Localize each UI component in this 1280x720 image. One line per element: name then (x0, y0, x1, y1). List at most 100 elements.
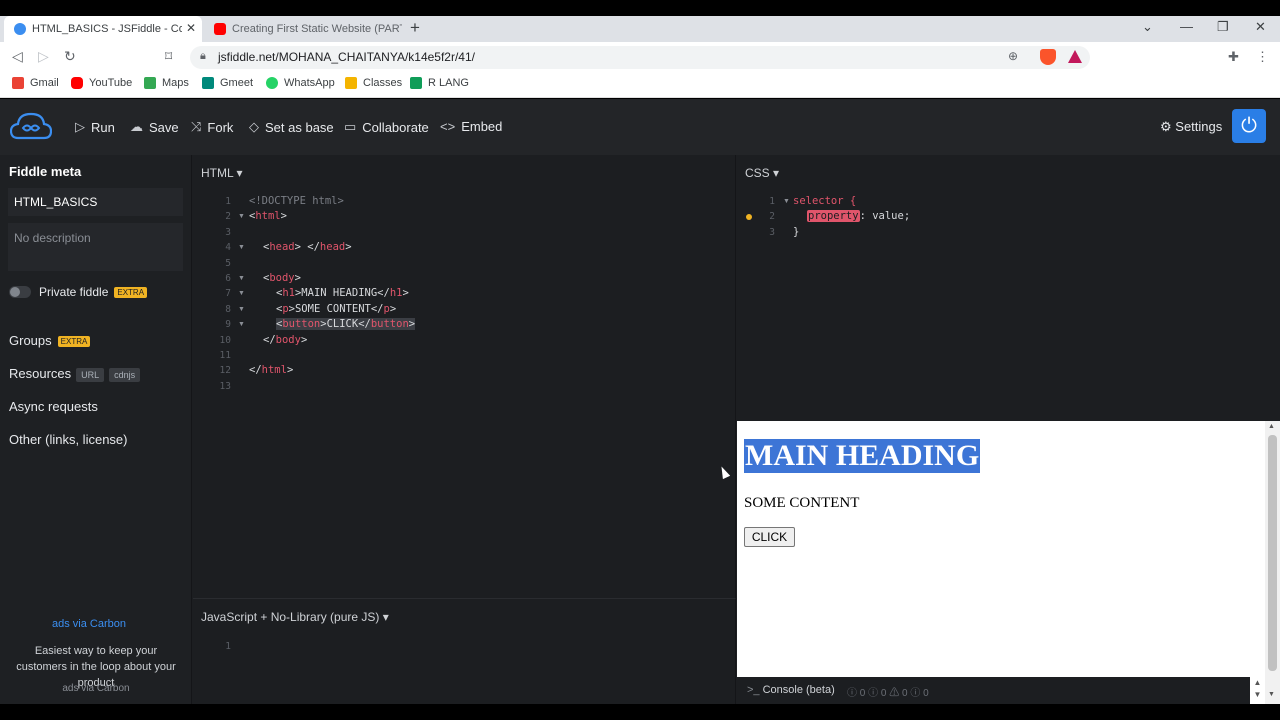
browser-tab-jsfiddle[interactable]: HTML_BASICS - JSFiddle - Code P ✕ (4, 16, 202, 42)
set-as-base-label: Set as base (265, 119, 334, 135)
code-line: </body> (249, 333, 415, 348)
code-line: <!DOCTYPE html> (249, 194, 415, 209)
jsfiddle-app: ▷ Run ☁ Save ⤨ Fork ◇ Set as base ▭ Collabora… (0, 99, 1280, 704)
maximize-icon[interactable]: ❐ (1217, 19, 1229, 35)
back-icon[interactable]: ◁ (12, 48, 23, 65)
screen-bottom-bar (0, 704, 1280, 720)
html-code[interactable]: <!DOCTYPE html> <html> <head> </head> <b… (249, 194, 416, 394)
sidebar-item-resources[interactable]: Resources URL cdnjs (9, 366, 141, 382)
window-close-icon[interactable]: ✕ (1255, 19, 1266, 35)
forward-icon[interactable]: ▷ (38, 48, 49, 65)
html-editor-panel[interactable]: HTML ▾ 1 2 3 4 5 6 7 8 9 10 11 12 13 ▼ ▼… (193, 155, 736, 598)
bracket-token: > (345, 241, 352, 254)
doctype-token: <!DOCTYPE html> (249, 195, 344, 207)
console-scroll-control[interactable]: ▲ ▼ (1250, 677, 1265, 704)
brave-shield-icon[interactable] (1040, 49, 1056, 65)
css-editor-panel[interactable]: CSS ▾ 1 2 3 ▼ selector { property: value… (737, 155, 1280, 421)
fold-icon[interactable]: ▼ (238, 209, 245, 224)
jsfiddle-logo-icon[interactable] (10, 111, 52, 141)
code-line: <html> (249, 209, 415, 224)
css-panel-label[interactable]: CSS ▾ (745, 166, 779, 180)
browser-toolbar: ◁ ▷ ↻ ⌑ 🔒︎ jsfiddle.net/MOHANA_CHAITANYA… (0, 42, 1280, 72)
html-panel-label[interactable]: HTML ▾ (201, 166, 243, 180)
minimize-icon[interactable]: — (1180, 19, 1193, 34)
fiddle-meta-sidebar: Fiddle meta HTML_BASICS No description P… (0, 155, 192, 704)
sidebar-item-async-requests[interactable]: Async requests (9, 399, 98, 414)
console-label[interactable]: >_ Console (beta) (747, 684, 835, 696)
css-code[interactable]: selector { property: value; } (793, 194, 910, 240)
result-click-button[interactable]: CLICK (744, 527, 795, 547)
bookmark-whatsapp[interactable]: WhatsApp (266, 77, 335, 89)
extensions-icon[interactable]: ✚ (1228, 49, 1239, 65)
fold-icon[interactable]: ▼ (238, 271, 245, 286)
fold-icon[interactable]: ▼ (238, 317, 245, 332)
sidebar-item-groups[interactable]: Groups EXTRA (9, 333, 91, 348)
power-icon[interactable]: ⏻ (1232, 109, 1266, 143)
private-fiddle-toggle[interactable] (9, 286, 31, 298)
js-panel-label[interactable]: JavaScript + No-Library (pure JS) ▾ (201, 610, 389, 624)
close-icon[interactable]: ✕ (186, 21, 196, 35)
address-bar[interactable]: 🔒︎ jsfiddle.net/MOHANA_CHAITANYA/k14e5f2… (190, 46, 1090, 69)
run-button[interactable]: ▷ Run (75, 119, 115, 135)
fold-markers[interactable]: ▼ ▼ ▼ ▼ ▼ ▼ (238, 194, 245, 333)
line-number: 2 (769, 211, 775, 223)
w-icon (410, 77, 422, 89)
line-number: 11 (219, 350, 231, 362)
line-number: 2 (225, 211, 231, 223)
bookmark-r-lang[interactable]: R LANG (410, 77, 469, 89)
scroll-up-icon[interactable]: ▲ (1268, 423, 1275, 430)
fold-icon[interactable]: ▼ (238, 240, 245, 255)
reload-icon[interactable]: ↻ (64, 48, 76, 65)
settings-label: Settings (1175, 119, 1223, 134)
fold-icon[interactable]: ▼ (783, 194, 790, 209)
code-line: <p>SOME CONTENT</p> (249, 302, 415, 317)
scrollbar-thumb[interactable] (1268, 435, 1277, 671)
carbon-ad-link[interactable]: ads via Carbon (52, 618, 126, 630)
whatsapp-icon (266, 77, 278, 89)
tab-search-icon[interactable]: ⌄ (1142, 19, 1153, 35)
bookmark-youtube[interactable]: YouTube (71, 77, 132, 89)
scroll-down-icon[interactable]: ▼ (1268, 691, 1275, 698)
url-badge[interactable]: URL (76, 367, 105, 382)
fork-icon: ⤨ (191, 119, 202, 134)
brave-rewards-icon[interactable] (1068, 50, 1082, 63)
console-bar[interactable]: >_ Console (beta) ⓘ 0 ⓘ 0 ⚠ 0 ⓘ 0 (737, 677, 1265, 704)
js-editor-panel[interactable]: JavaScript + No-Library (pure JS) ▾ 1 (193, 598, 736, 704)
fork-button[interactable]: ⤨ Fork (191, 119, 233, 135)
menu-icon[interactable]: ⋮ (1256, 49, 1269, 65)
set-as-base-button[interactable]: ◇ Set as base (249, 119, 334, 135)
embed-button[interactable]: <> Embed (440, 119, 502, 134)
fold-icon[interactable]: ▼ (238, 302, 245, 317)
bookmarks-bar: Gmail YouTube Maps Gmeet WhatsApp Classe… (0, 72, 1280, 98)
line-number: 4 (225, 242, 231, 254)
bookmark-icon[interactable]: ⌑ (165, 48, 172, 65)
gmeet-icon (202, 77, 214, 89)
result-pane[interactable]: MAIN HEADING SOME CONTENT CLICK (737, 421, 1265, 677)
browser-tab-youtube[interactable]: Creating First Static Website (PART 1) (204, 16, 404, 42)
result-scrollbar[interactable]: ▲ ▼ (1265, 421, 1280, 704)
carbon-ad-footer[interactable]: ads via Carbon (0, 683, 192, 694)
bracket-token: > (300, 333, 308, 346)
save-button[interactable]: ☁ Save (130, 119, 179, 135)
fold-markers[interactable]: ▼ (783, 194, 790, 209)
fiddle-description-input[interactable]: No description (8, 223, 183, 271)
settings-button[interactable]: ⚙︎ Settings (1160, 119, 1222, 135)
bookmark-maps[interactable]: Maps (144, 77, 189, 89)
bookmark-classes[interactable]: Classes (345, 77, 402, 89)
fiddle-name-input[interactable]: HTML_BASICS (8, 188, 183, 216)
sidebar-item-other[interactable]: Other (links, license) (9, 432, 127, 447)
collaborate-button[interactable]: ▭ Collaborate (344, 119, 429, 135)
bookmark-gmail[interactable]: Gmail (12, 77, 59, 89)
new-tab-icon[interactable]: + (410, 18, 420, 38)
browser-tab-strip: HTML_BASICS - JSFiddle - Code P ✕ Creati… (0, 16, 1280, 42)
fold-icon[interactable]: ▼ (238, 286, 245, 301)
tag-token: head (319, 241, 346, 254)
zoom-icon[interactable]: ⊕ (1008, 49, 1018, 63)
line-number: 1 (225, 641, 231, 652)
tag-token: html (261, 364, 287, 377)
cdnjs-badge[interactable]: cdnjs (109, 367, 141, 382)
terminal-icon: >_ (747, 684, 763, 696)
bookmark-gmeet[interactable]: Gmeet (202, 77, 253, 89)
